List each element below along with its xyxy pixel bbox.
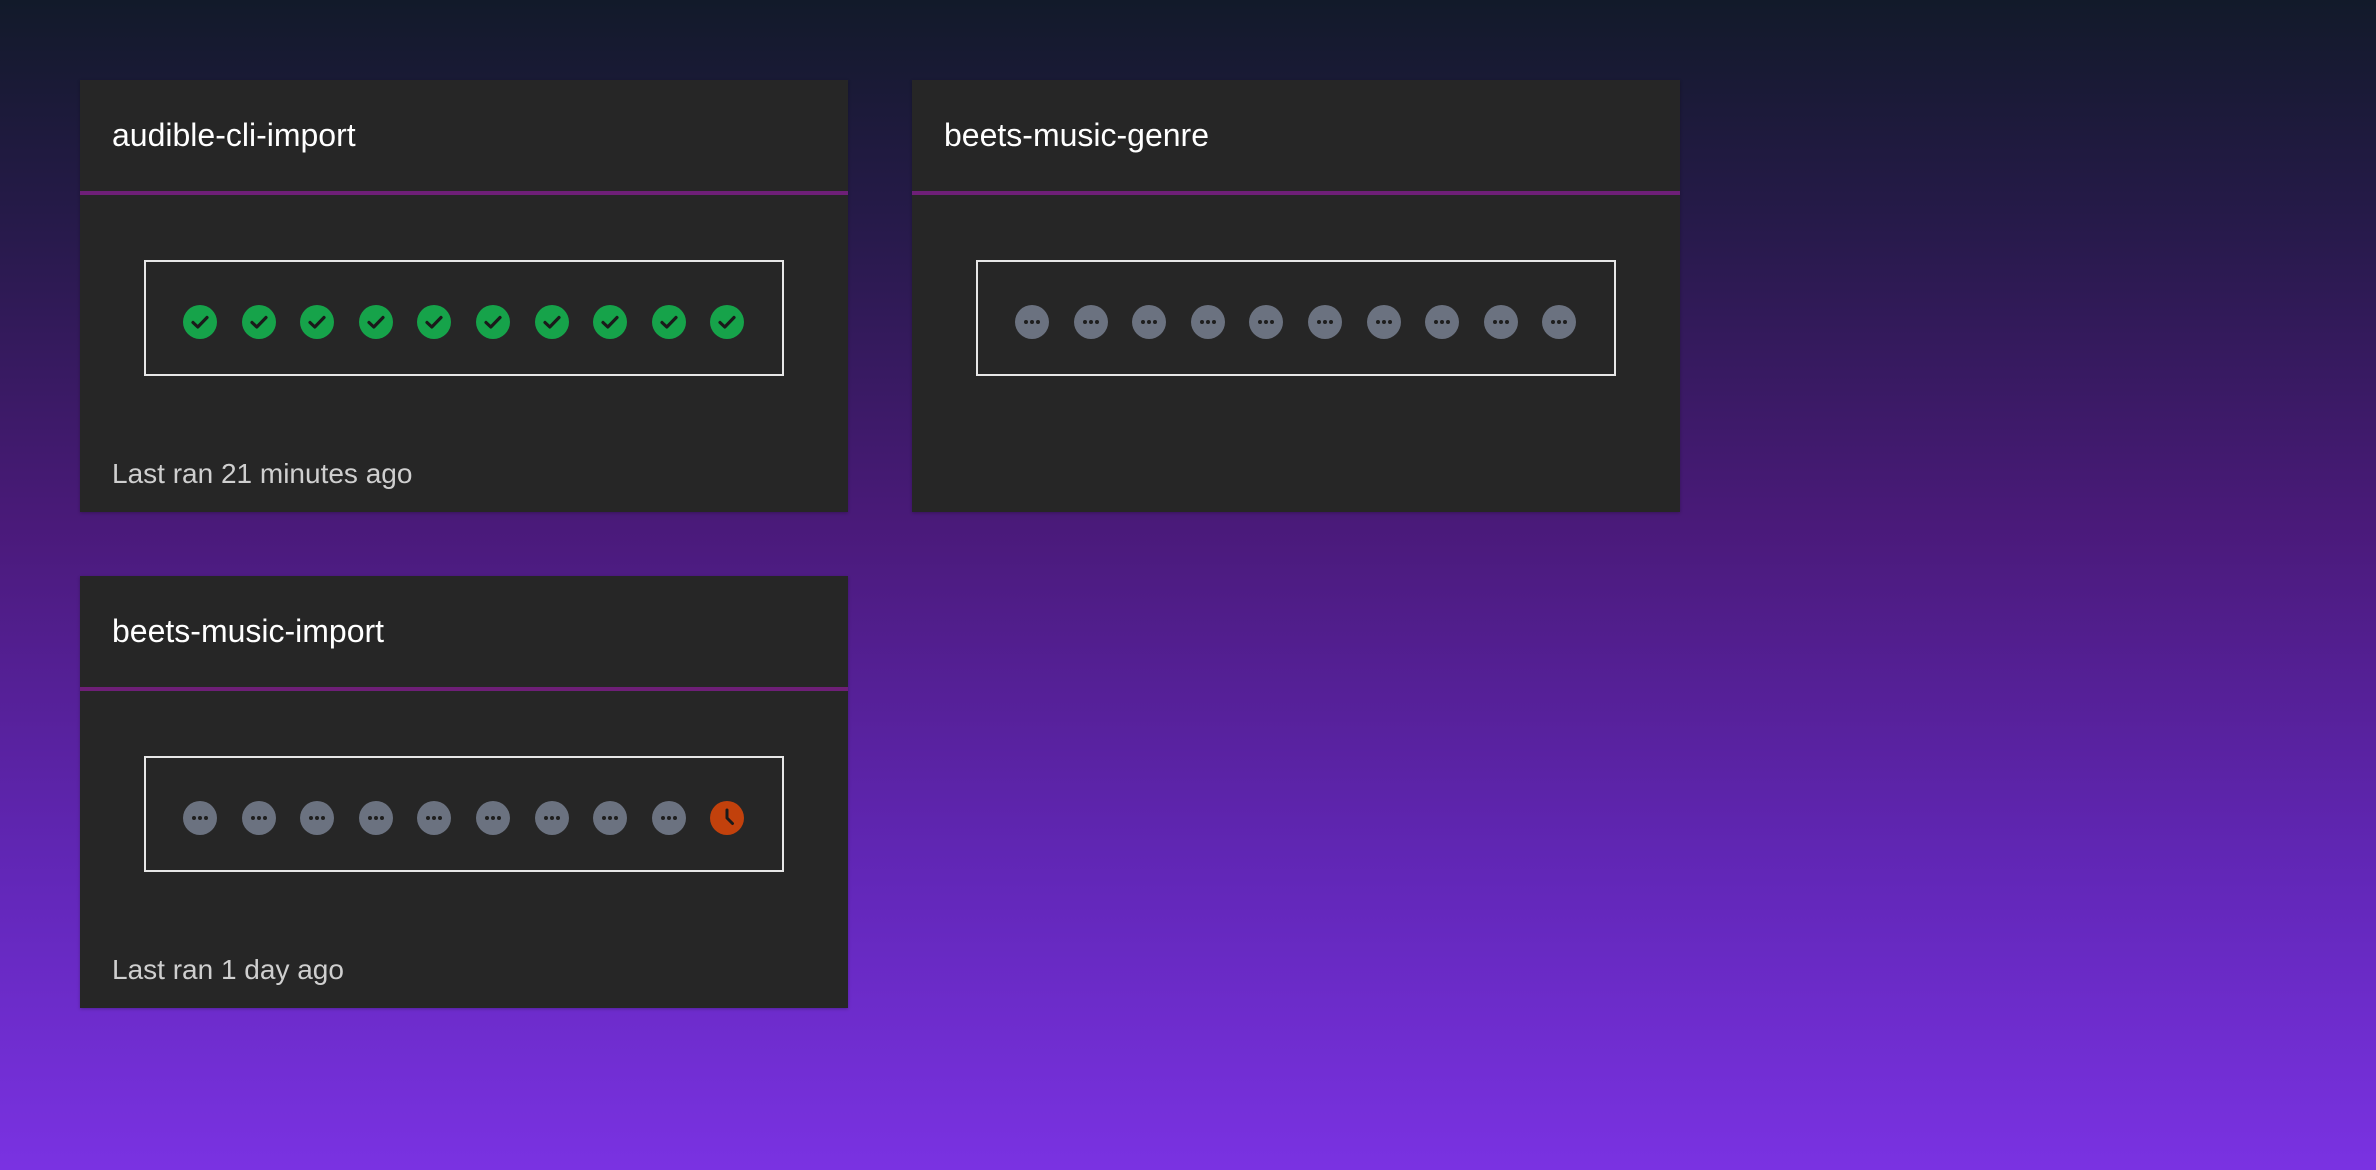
pending-dots-icon[interactable] [1249, 305, 1284, 339]
success-check-icon[interactable] [358, 305, 393, 339]
success-check-icon[interactable] [534, 305, 569, 339]
pending-dots-icon[interactable] [1366, 305, 1401, 339]
job-title[interactable]: beets-music-import [112, 576, 384, 687]
success-check-icon[interactable] [417, 305, 452, 339]
pending-dots-icon[interactable] [651, 801, 686, 835]
success-check-icon[interactable] [710, 305, 745, 339]
pending-dots-icon[interactable] [1073, 305, 1108, 339]
success-check-icon[interactable] [241, 305, 276, 339]
pending-dots-icon[interactable] [1483, 305, 1518, 339]
run-history [976, 260, 1616, 376]
job-card-beets-music-genre[interactable]: beets-music-genre [912, 80, 1680, 512]
last-ran-text: Last ran 1 day ago [112, 954, 344, 985]
card-header: beets-music-import [80, 576, 848, 691]
last-ran-text: Last ran 21 minutes ago [112, 458, 413, 489]
pending-dots-icon[interactable] [183, 801, 217, 835]
pending-dots-icon[interactable] [593, 801, 628, 835]
run-status-row [1015, 305, 1577, 339]
pending-dots-icon[interactable] [1425, 305, 1460, 339]
success-check-icon[interactable] [651, 305, 686, 339]
running-clock-icon[interactable] [710, 801, 745, 835]
card-header: audible-cli-import [80, 80, 848, 195]
job-title[interactable]: beets-music-genre [944, 80, 1209, 191]
success-check-icon[interactable] [593, 305, 628, 339]
job-card-beets-music-import[interactable]: beets-music-import Last ran 1 day ago [80, 576, 848, 1008]
pending-dots-icon[interactable] [1307, 305, 1342, 339]
pending-dots-icon[interactable] [1015, 305, 1049, 339]
success-check-icon[interactable] [475, 305, 510, 339]
pending-dots-icon[interactable] [475, 801, 510, 835]
pending-dots-icon[interactable] [358, 801, 393, 835]
run-history [144, 756, 784, 872]
pending-dots-icon[interactable] [300, 801, 335, 835]
run-status-row [183, 801, 745, 835]
run-history [144, 260, 784, 376]
job-title[interactable]: audible-cli-import [112, 80, 356, 191]
card-header: beets-music-genre [912, 80, 1680, 195]
pending-dots-icon[interactable] [241, 801, 276, 835]
pending-dots-icon[interactable] [1542, 305, 1577, 339]
run-status-row [183, 305, 745, 339]
pending-dots-icon[interactable] [1190, 305, 1225, 339]
pending-dots-icon[interactable] [534, 801, 569, 835]
job-card-audible-cli-import[interactable]: audible-cli-import Last ran 21 minutes a… [80, 80, 848, 512]
success-check-icon[interactable] [300, 305, 335, 339]
pending-dots-icon[interactable] [1132, 305, 1167, 339]
success-check-icon[interactable] [183, 305, 217, 339]
pending-dots-icon[interactable] [417, 801, 452, 835]
